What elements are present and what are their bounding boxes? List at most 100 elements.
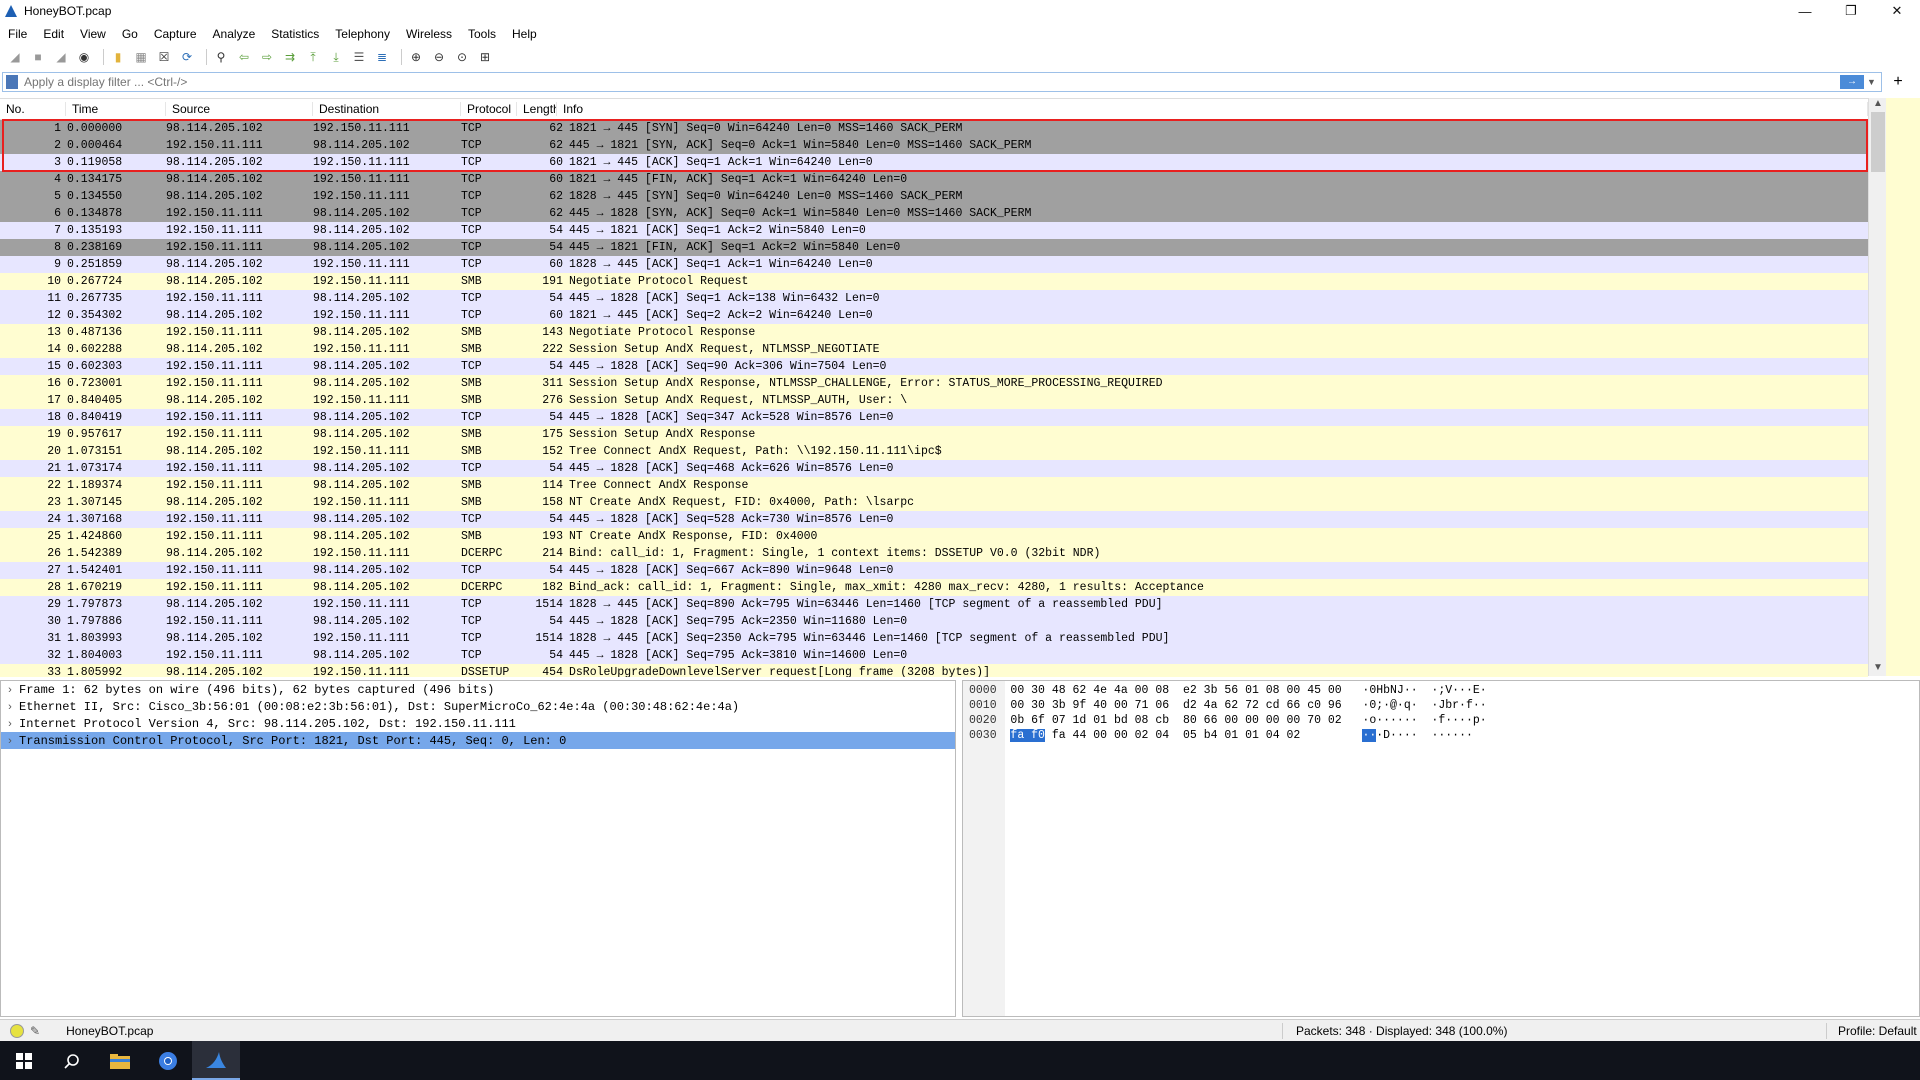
expand-arrow-icon[interactable]: ›: [1, 701, 19, 713]
packet-row[interactable]: 3 0.119058 98.114.205.102 192.150.11.111 TCP…: [0, 154, 1868, 171]
packet-row[interactable]: 14 0.602288 98.114.205.102 192.150.11.111 SM…: [0, 341, 1868, 358]
go-forward-icon[interactable]: ⇨: [258, 48, 276, 66]
chrome-button[interactable]: [144, 1041, 192, 1080]
packet-row[interactable]: 32 1.804003 192.150.11.111 98.114.205.102 TC…: [0, 647, 1868, 664]
column-header-length[interactable]: Length: [517, 102, 557, 116]
packet-row[interactable]: 27 1.542401 192.150.11.111 98.114.205.102 TC…: [0, 562, 1868, 579]
packet-row[interactable]: 19 0.957617 192.150.11.111 98.114.205.102 SM…: [0, 426, 1868, 443]
scrollbar-thumb[interactable]: [1871, 112, 1885, 172]
column-header-source[interactable]: Source: [166, 102, 313, 116]
column-header-info[interactable]: Info: [557, 102, 1868, 116]
packet-row[interactable]: 4 0.134175 98.114.205.102 192.150.11.111 TCP…: [0, 171, 1868, 188]
packet-minimap[interactable]: [1886, 98, 1920, 676]
expand-arrow-icon[interactable]: ›: [1, 718, 19, 730]
packet-row[interactable]: 28 1.670219 192.150.11.111 98.114.205.102 DC…: [0, 579, 1868, 596]
column-header-destination[interactable]: Destination: [313, 102, 461, 116]
packet-row[interactable]: 33 1.805992 98.114.205.102 192.150.11.111 DS…: [0, 664, 1868, 677]
packet-row[interactable]: 23 1.307145 98.114.205.102 192.150.11.111 SM…: [0, 494, 1868, 511]
resize-columns-icon[interactable]: ⊞: [476, 48, 494, 66]
packet-row[interactable]: 15 0.602303 192.150.11.111 98.114.205.102 TC…: [0, 358, 1868, 375]
reload-file-icon[interactable]: ⟳: [178, 48, 196, 66]
start-capture-icon[interactable]: ◢: [6, 48, 24, 66]
column-header-no[interactable]: No.: [0, 102, 66, 116]
expand-arrow-icon[interactable]: ›: [1, 735, 19, 747]
search-button[interactable]: [48, 1041, 96, 1080]
packet-details-pane[interactable]: › Frame 1: 62 bytes on wire (496 bits), 6…: [0, 680, 956, 1017]
packet-row[interactable]: 26 1.542389 98.114.205.102 192.150.11.111 DC…: [0, 545, 1868, 562]
packet-row[interactable]: 10 0.267724 98.114.205.102 192.150.11.111 SM…: [0, 273, 1868, 290]
column-header-protocol[interactable]: Protocol: [461, 102, 517, 116]
restart-capture-icon[interactable]: ◢: [52, 48, 70, 66]
filter-history-dropdown-icon[interactable]: ▼: [1867, 77, 1877, 87]
go-to-packet-icon[interactable]: ⇉: [281, 48, 299, 66]
capture-options-icon[interactable]: ◉: [75, 48, 93, 66]
wireshark-taskbar-button[interactable]: [192, 1041, 240, 1080]
zoom-normal-icon[interactable]: ⊙: [453, 48, 471, 66]
menu-file[interactable]: File: [0, 27, 35, 41]
column-header-time[interactable]: Time: [66, 102, 166, 116]
expert-info-indicator-icon[interactable]: [10, 1024, 24, 1038]
restore-button[interactable]: ❐: [1828, 0, 1874, 22]
menu-help[interactable]: Help: [504, 27, 545, 41]
open-file-icon[interactable]: ▮: [109, 48, 127, 66]
packet-row[interactable]: 22 1.189374 192.150.11.111 98.114.205.102 SM…: [0, 477, 1868, 494]
display-filter-input[interactable]: [22, 74, 1840, 90]
add-filter-button[interactable]: +: [1888, 72, 1908, 92]
packet-row[interactable]: 17 0.840405 98.114.205.102 192.150.11.111 SM…: [0, 392, 1868, 409]
zoom-out-icon[interactable]: ⊖: [430, 48, 448, 66]
first-packet-icon[interactable]: ⤒: [304, 48, 322, 66]
packet-row[interactable]: 16 0.723001 192.150.11.111 98.114.205.102 SM…: [0, 375, 1868, 392]
stop-capture-icon[interactable]: ■: [29, 48, 47, 66]
detail-tree-item[interactable]: › Frame 1: 62 bytes on wire (496 bits), 6…: [1, 681, 955, 698]
packet-row[interactable]: 11 0.267735 192.150.11.111 98.114.205.102 TC…: [0, 290, 1868, 307]
selected-ascii[interactable]: ··: [1362, 729, 1377, 742]
detail-tree-item[interactable]: › Internet Protocol Version 4, Src: 98.11…: [1, 715, 955, 732]
colorize-icon[interactable]: ≣: [373, 48, 391, 66]
packet-row[interactable]: 24 1.307168 192.150.11.111 98.114.205.102 TC…: [0, 511, 1868, 528]
menu-telephony[interactable]: Telephony: [327, 27, 398, 41]
expand-arrow-icon[interactable]: ›: [1, 684, 19, 696]
go-back-icon[interactable]: ⇦: [235, 48, 253, 66]
bookmark-icon[interactable]: [6, 75, 18, 89]
packet-row[interactable]: 2 0.000464 192.150.11.111 98.114.205.102 TCP…: [0, 137, 1868, 154]
zoom-in-icon[interactable]: ⊕: [407, 48, 425, 66]
packet-row[interactable]: 25 1.424860 192.150.11.111 98.114.205.102 SM…: [0, 528, 1868, 545]
packet-row[interactable]: 18 0.840419 192.150.11.111 98.114.205.102 TC…: [0, 409, 1868, 426]
menu-tools[interactable]: Tools: [460, 27, 504, 41]
start-button[interactable]: [0, 1041, 48, 1080]
scroll-down-icon[interactable]: ▼: [1869, 662, 1887, 676]
apply-filter-button[interactable]: →: [1840, 75, 1864, 89]
last-packet-icon[interactable]: ⤓: [327, 48, 345, 66]
capture-comment-icon[interactable]: ✎: [30, 1024, 40, 1038]
file-explorer-button[interactable]: [96, 1041, 144, 1080]
detail-tree-item[interactable]: › Ethernet II, Src: Cisco_3b:56:01 (00:08…: [1, 698, 955, 715]
packet-row[interactable]: 12 0.354302 98.114.205.102 192.150.11.111 TC…: [0, 307, 1868, 324]
packet-row[interactable]: 21 1.073174 192.150.11.111 98.114.205.102 TC…: [0, 460, 1868, 477]
autoscroll-icon[interactable]: ☰: [350, 48, 368, 66]
packet-row[interactable]: 5 0.134550 98.114.205.102 192.150.11.111 TCP…: [0, 188, 1868, 205]
minimize-button[interactable]: —: [1782, 0, 1828, 22]
menu-capture[interactable]: Capture: [146, 27, 205, 41]
menu-wireless[interactable]: Wireless: [398, 27, 460, 41]
packet-row[interactable]: 7 0.135193 192.150.11.111 98.114.205.102 TCP…: [0, 222, 1868, 239]
menu-statistics[interactable]: Statistics: [263, 27, 327, 41]
scroll-up-icon[interactable]: ▲: [1869, 98, 1887, 112]
find-packet-icon[interactable]: ⚲: [212, 48, 230, 66]
menu-go[interactable]: Go: [114, 27, 146, 41]
close-file-icon[interactable]: ☒: [155, 48, 173, 66]
menu-edit[interactable]: Edit: [35, 27, 72, 41]
status-profile[interactable]: Profile: Default: [1838, 1024, 1917, 1038]
packet-row[interactable]: 20 1.073151 98.114.205.102 192.150.11.111 SM…: [0, 443, 1868, 460]
packet-row[interactable]: 1 0.000000 98.114.205.102 192.150.11.111 TCP…: [0, 120, 1868, 137]
packet-row[interactable]: 30 1.797886 192.150.11.111 98.114.205.102 TC…: [0, 613, 1868, 630]
detail-tree-item[interactable]: › Transmission Control Protocol, Src Port…: [1, 732, 955, 749]
menu-analyze[interactable]: Analyze: [205, 27, 264, 41]
packet-row[interactable]: 9 0.251859 98.114.205.102 192.150.11.111 TCP…: [0, 256, 1868, 273]
menu-view[interactable]: View: [72, 27, 114, 41]
packet-row[interactable]: 8 0.238169 192.150.11.111 98.114.205.102 TCP…: [0, 239, 1868, 256]
packet-row[interactable]: 6 0.134878 192.150.11.111 98.114.205.102 TCP…: [0, 205, 1868, 222]
save-file-icon[interactable]: ▦: [132, 48, 150, 66]
selected-bytes[interactable]: fa f0: [1010, 729, 1045, 742]
packet-bytes-pane[interactable]: 0000 00 30 48 62 4e 4a 00 08 e2 3b 56 01…: [962, 680, 1920, 1017]
packet-row[interactable]: 31 1.803993 98.114.205.102 192.150.11.111 TC…: [0, 630, 1868, 647]
